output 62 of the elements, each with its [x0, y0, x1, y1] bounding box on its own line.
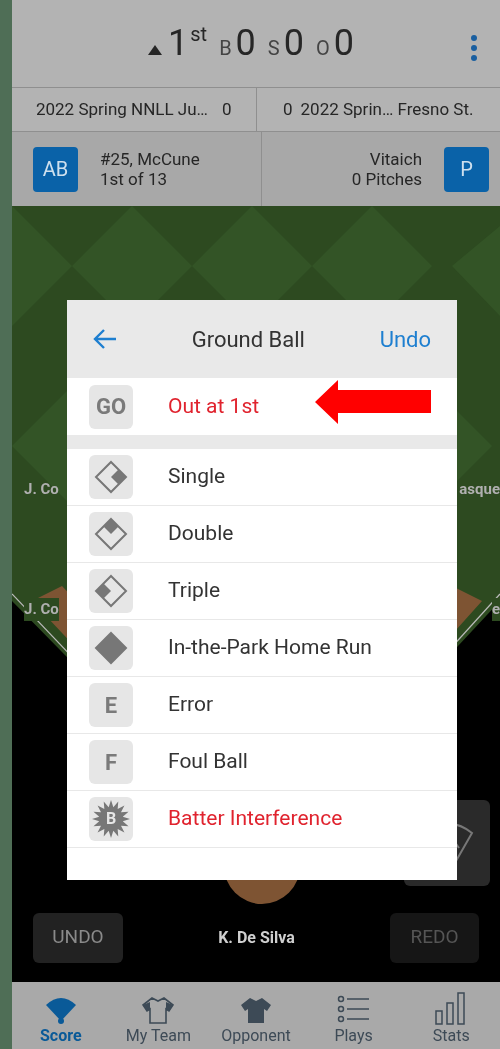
count-label: B [219, 34, 232, 62]
inning-number: 1 [168, 24, 189, 61]
tab[interactable]: Opponent [207, 982, 305, 1049]
play-option-label: Out at 1st [168, 392, 260, 420]
play-option[interactable]: GO Out at 1st [67, 378, 457, 435]
team-name: 2022 Spring NNLL Ju… [35, 97, 208, 121]
tab[interactable]: Stats [402, 982, 500, 1049]
dialog-title: Ground Ball [190, 325, 306, 354]
count-label: O [315, 34, 330, 62]
play-option-label: Single [168, 463, 226, 491]
top-inning-triangle-icon [148, 44, 163, 55]
triple-base-icon [89, 569, 133, 613]
inning-suffix: st [190, 23, 208, 44]
play-option[interactable]: B Batter Interference [67, 791, 457, 848]
play-option-label: Triple [168, 577, 221, 605]
play-option[interactable]: Triple [67, 563, 457, 620]
count-value: 0 [235, 24, 256, 61]
batter-name: #25, McCune [100, 149, 200, 169]
back-arrow-icon[interactable] [93, 328, 117, 350]
batter-order: 1st of 13 [100, 169, 169, 189]
team-score: 0 [283, 97, 293, 121]
pitch-count: 0 Pitches [351, 169, 422, 189]
jersey-icon [239, 995, 273, 1025]
play-option[interactable]: In-the-Park Home Run [67, 620, 457, 677]
play-code-badge: GO [89, 384, 133, 429]
team-name: 2022 Sprin… Fresno St. [300, 97, 474, 121]
current-player-name: K. De Silva [218, 926, 295, 949]
pitcher-badge: P [444, 146, 489, 192]
fielder-name: J. Co [24, 479, 59, 500]
tab[interactable]: Plays [304, 982, 403, 1049]
burst-badge: B [89, 797, 133, 841]
undo-button[interactable]: UNDO [33, 912, 123, 963]
play-option-label: Batter Interference [168, 805, 343, 833]
pitcher-name: Vitaich [369, 149, 422, 169]
count-value: 0 [283, 24, 304, 61]
double-base-icon [89, 512, 133, 556]
fielder-name: asque [459, 479, 500, 500]
play-option-label: In-the-Park Home Run [168, 634, 372, 662]
play-option[interactable]: E Error [67, 677, 457, 734]
play-option-label: Error [168, 691, 214, 719]
fielder-name: e [491, 598, 500, 621]
play-option[interactable]: Single [67, 449, 457, 506]
at-bat-badge: AB [33, 146, 78, 192]
count-label: S [267, 34, 280, 62]
play-option[interactable]: F Foul Ball [67, 734, 457, 791]
tab[interactable]: My Team [109, 982, 208, 1049]
play-option-label: Double [168, 520, 234, 548]
undo-link[interactable]: Undo [379, 322, 431, 356]
more-options-icon[interactable] [470, 34, 478, 62]
play-option-label: Foul Ball [168, 748, 248, 776]
pointing-arrow-icon [315, 380, 432, 424]
fielder-name: J. Co [24, 598, 59, 621]
play-option[interactable]: Double [67, 506, 457, 563]
count-value: 0 [333, 24, 354, 61]
tab[interactable]: Score [12, 982, 110, 1049]
team-score: 0 [222, 97, 232, 121]
baseball-field-icon [43, 995, 78, 1025]
list-icon [336, 995, 371, 1025]
play-code-badge: F [89, 740, 133, 784]
single-base-icon [89, 455, 133, 499]
jersey-icon [141, 995, 176, 1025]
play-code-badge: E [89, 683, 133, 727]
